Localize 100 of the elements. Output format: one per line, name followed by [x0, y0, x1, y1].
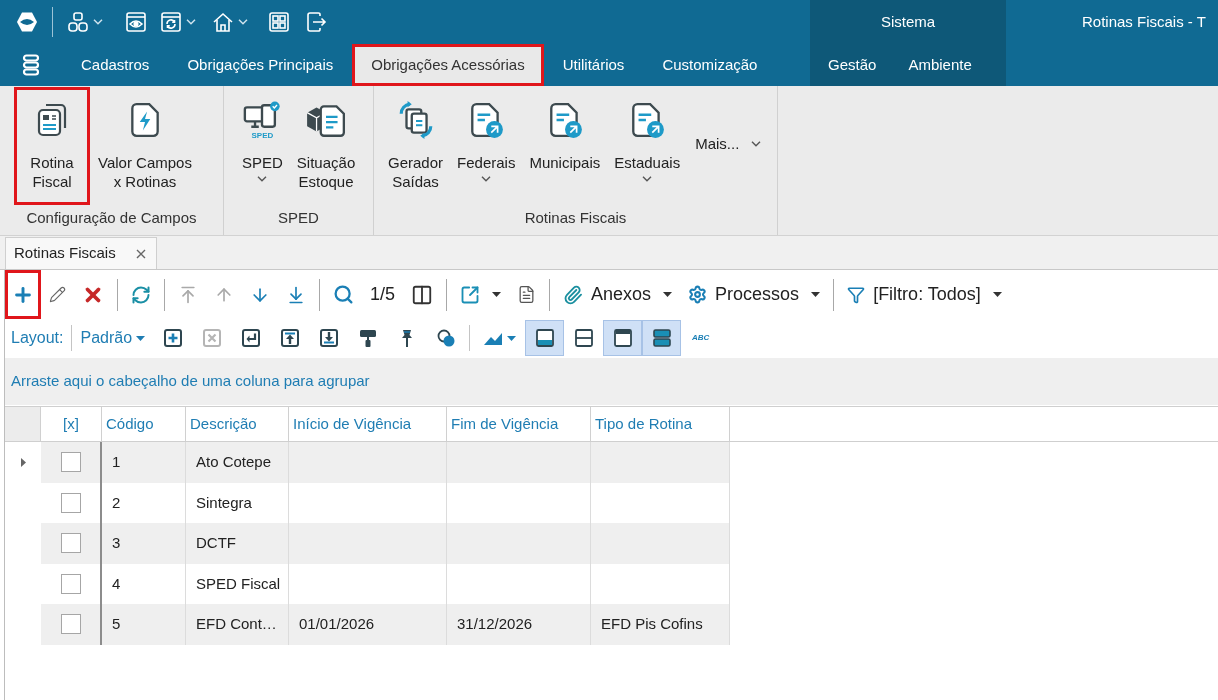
checkbox[interactable] [60, 573, 81, 594]
attachments-button[interactable]: Anexos [555, 276, 681, 313]
table-cell-text: DCTF [196, 533, 236, 553]
group-label: SPED [278, 208, 319, 228]
menu-tab[interactable]: Obrigações Acessórias [352, 44, 544, 86]
pane-bottom-button[interactable] [525, 320, 565, 356]
grid-icon[interactable] [268, 11, 290, 33]
columns-icon [411, 283, 434, 306]
plus-square-icon [162, 328, 183, 348]
record-position: 1/5 [369, 283, 397, 306]
menu-tab[interactable]: Gestão [812, 44, 893, 86]
menu-tab[interactable]: Obrigações Principais [168, 44, 353, 86]
arrow-up-square-icon [279, 328, 300, 348]
column-header[interactable]: Tipo de Rotina [595, 412, 692, 436]
checkbox[interactable] [60, 452, 81, 473]
window-title: Rotinas Fiscais - T [1082, 11, 1206, 32]
table-cell-text: 5 [112, 614, 121, 634]
x-square-icon [201, 328, 222, 348]
chevron-down-icon [481, 176, 492, 182]
group-panel-hint: Arraste aqui o cabeçalho de uma coluna para agrupar [11, 371, 370, 392]
menu-tab[interactable]: Utilitários [543, 44, 644, 86]
column-header[interactable]: Descrição [190, 412, 257, 436]
column-header[interactable]: Código [106, 412, 154, 436]
close-icon[interactable] [135, 248, 146, 259]
checkbox[interactable] [60, 533, 81, 554]
group-label: Rotinas Fiscais [524, 208, 627, 228]
document-badge-icon [629, 101, 666, 139]
menu-icon[interactable] [22, 54, 40, 76]
pane-rows-button[interactable] [642, 320, 682, 356]
table-cell-text: EFD Pis Cofins [601, 614, 703, 634]
menu-tab[interactable]: Ambiente [892, 44, 988, 86]
refresh-icon [131, 284, 151, 305]
chevron-down-icon [238, 19, 248, 25]
layout-dropdown[interactable]: Padrão [80, 326, 146, 350]
table-cell-text: SPED Fiscal [196, 573, 281, 594]
caret-icon [811, 292, 821, 297]
table-cell-text: 3 [112, 533, 121, 553]
icon-caption: SPED [251, 131, 274, 140]
menu-tab[interactable]: Cadastros [62, 44, 169, 86]
table-cell-text: 1 [112, 452, 121, 472]
chevron-down-icon [93, 19, 103, 25]
caret-icon [507, 335, 517, 341]
refresh-window-icon[interactable] [160, 11, 182, 33]
paint-roller-icon [357, 328, 378, 348]
table-row[interactable]: 5 EFD Cont… 01/01/2026 31/12/2026 EFD Pis Cofins [41, 604, 730, 645]
more-button[interactable]: Mais... [688, 87, 769, 205]
table-cell-text: Ato Cotepe [196, 452, 272, 472]
table-cell-text: 01/01/2026 [299, 614, 375, 634]
panel-bottom-icon [534, 328, 555, 348]
panel-top-icon [612, 328, 633, 348]
table-cell-text: Sintegra [196, 492, 252, 513]
devices-icon [242, 101, 283, 131]
table-cell-text: 4 [112, 573, 121, 594]
menu-tab[interactable]: Customização [643, 44, 777, 86]
arrow-to-bottom-icon [286, 284, 306, 305]
caret-icon [492, 292, 502, 297]
arrow-to-top-icon [178, 284, 198, 305]
pane-top-button[interactable] [603, 320, 643, 356]
pencil-icon [49, 286, 66, 303]
ribbon-button[interactable]: Situação Estoque [290, 87, 362, 205]
hierarchy-icon[interactable] [67, 11, 89, 33]
exit-icon[interactable] [306, 11, 328, 33]
ribbon-button[interactable]: Estaduais [608, 87, 687, 205]
table-row[interactable]: 3 DCTF [41, 523, 730, 564]
ribbon-button[interactable]: Gerador Saídas [382, 87, 450, 205]
document-badge-icon [468, 101, 505, 139]
column-header[interactable]: [x] [63, 412, 79, 436]
ribbon-button[interactable]: Municipais [523, 87, 607, 205]
ribbon-button[interactable]: Federais [451, 87, 522, 205]
add-button[interactable] [5, 270, 41, 319]
layout-label: Layout: [11, 328, 64, 348]
checkbox[interactable] [60, 614, 81, 635]
group-label: Configuração de Campos [26, 208, 197, 228]
spell-button[interactable]: ABC [681, 320, 721, 356]
chevron-down-icon [257, 176, 268, 182]
table-cell-text: 31/12/2026 [457, 614, 533, 634]
logo-icon[interactable] [16, 11, 38, 33]
document-tab[interactable]: Rotinas Fiscais [5, 237, 157, 269]
filter-button[interactable]: [Filtro: Todos] [839, 276, 1010, 313]
eye-window-icon[interactable] [125, 11, 147, 33]
search-icon [333, 284, 354, 305]
caret-icon [136, 335, 146, 341]
paperclip-icon [563, 284, 584, 305]
arrow-down-square-icon [318, 328, 339, 348]
column-header[interactable]: Fim de Vigência [451, 412, 559, 436]
ribbon-button[interactable]: SPED SPED [236, 87, 289, 205]
external-link-icon [460, 284, 481, 305]
ribbon-button[interactable]: Rotina Fiscal [14, 87, 90, 205]
gear-icon [688, 285, 708, 304]
table-row[interactable]: 1 Ato Cotepe [41, 442, 730, 483]
funnel-icon [847, 285, 866, 304]
panel-rows-icon [651, 328, 672, 348]
shapes-icon [435, 328, 456, 348]
processes-button[interactable]: Processos [680, 276, 829, 313]
ribbon-button[interactable]: Valor Campos x Rotinas [92, 87, 198, 205]
chevron-down-icon [642, 176, 653, 182]
checkbox[interactable] [60, 492, 81, 513]
house-icon[interactable] [212, 11, 234, 33]
panel-split-icon [573, 328, 594, 348]
column-header[interactable]: Início de Vigência [293, 412, 412, 436]
